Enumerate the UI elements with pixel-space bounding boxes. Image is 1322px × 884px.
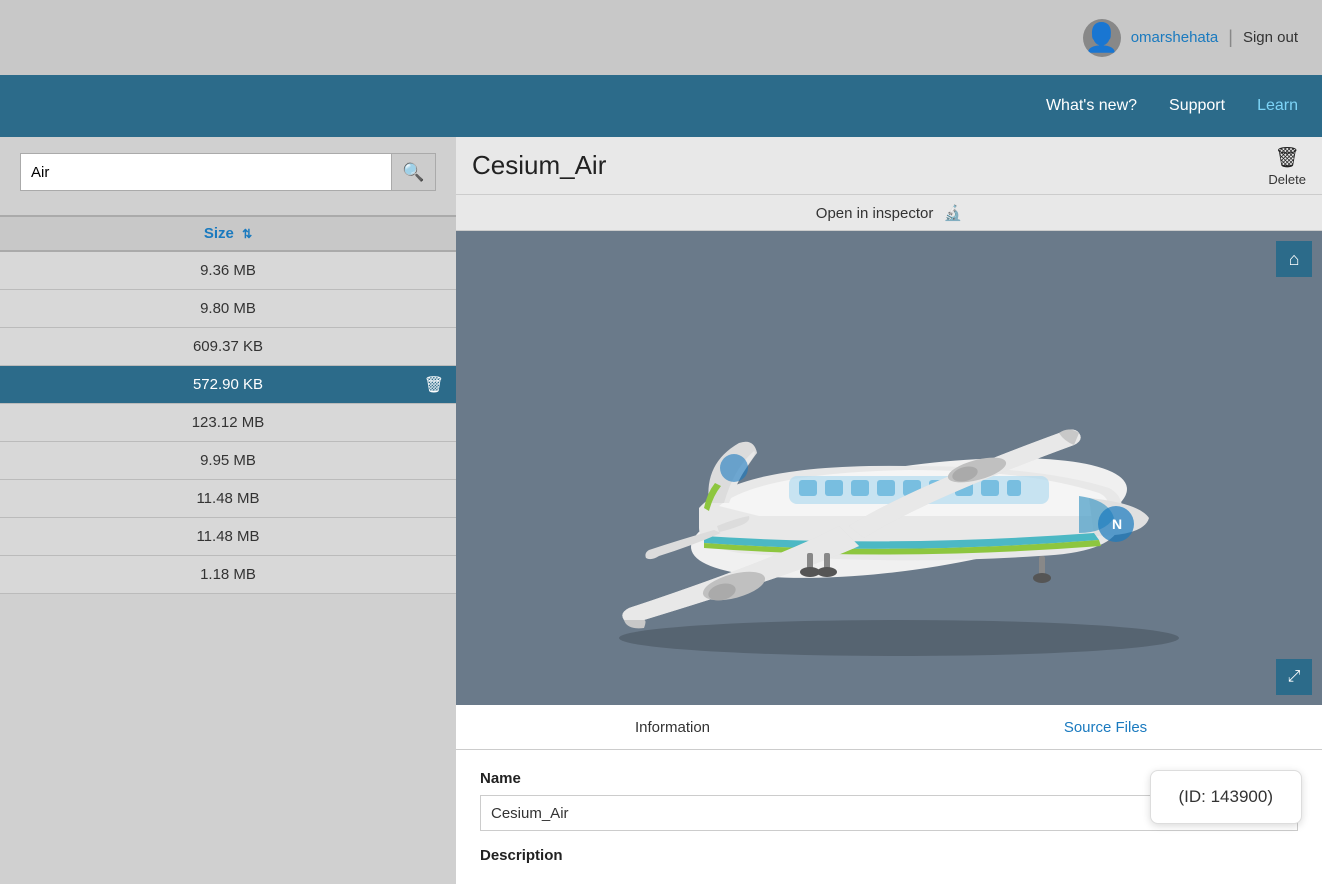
- tabs-bar: Information Source Files: [456, 705, 1322, 750]
- table-row[interactable]: 11.48 MB: [0, 480, 456, 518]
- size-table: Size ⇅ 9.36 MB9.80 MB609.37 KB572.90 KB🗑…: [0, 215, 456, 594]
- user-icon: 👤: [1084, 21, 1119, 54]
- nav-whats-new[interactable]: What's new?: [1046, 97, 1137, 115]
- description-label: Description: [480, 847, 1298, 864]
- expand-button[interactable]: ⤢: [1276, 659, 1312, 695]
- svg-text:N: N: [1112, 516, 1122, 532]
- sort-icon: ⇅: [242, 227, 252, 241]
- inspector-bar: Open in inspector 🔬: [456, 195, 1322, 231]
- preview-container: N: [456, 231, 1322, 705]
- nav-support[interactable]: Support: [1169, 97, 1225, 115]
- user-section: 👤 omarshehata | Sign out: [1083, 19, 1298, 57]
- table-row[interactable]: 9.95 MB: [0, 442, 456, 480]
- search-bar: 🔍: [20, 153, 436, 191]
- avatar: 👤: [1083, 19, 1121, 57]
- table-row[interactable]: 9.36 MB: [0, 251, 456, 290]
- nav-learn[interactable]: Learn: [1257, 97, 1298, 115]
- trash-icon: 🗑: [1275, 145, 1300, 170]
- tab-source-files[interactable]: Source Files: [889, 705, 1322, 749]
- search-input[interactable]: [20, 153, 392, 191]
- asset-title: Cesium_Air: [472, 150, 606, 181]
- tab-information[interactable]: Information: [456, 705, 889, 749]
- content-area: Cesium_Air 🗑 Delete Open in inspector 🔬: [456, 137, 1322, 884]
- search-button[interactable]: 🔍: [392, 153, 436, 191]
- airplane-illustration: N: [539, 278, 1239, 658]
- sign-out-button[interactable]: Sign out: [1243, 29, 1298, 46]
- table-row[interactable]: 572.90 KB🗑: [0, 366, 456, 404]
- open-inspector-link[interactable]: Open in inspector 🔬: [816, 204, 962, 222]
- inspector-icon: 🔬: [944, 205, 963, 222]
- nav-bar: What's new? Support Learn: [0, 75, 1322, 137]
- main-layout: 🔍 Size ⇅ 9.36 MB9.80 MB609.37 KB572.90 K…: [0, 137, 1322, 884]
- table-row[interactable]: 609.37 KB: [0, 328, 456, 366]
- table-row[interactable]: 123.12 MB: [0, 404, 456, 442]
- content-header: Cesium_Air 🗑 Delete: [456, 137, 1322, 195]
- table-row[interactable]: 9.80 MB: [0, 290, 456, 328]
- delete-row-button[interactable]: 🗑: [424, 375, 444, 395]
- search-icon: 🔍: [402, 162, 424, 183]
- expand-icon: ⤢: [1288, 668, 1301, 686]
- home-icon: ⌂: [1289, 249, 1300, 270]
- table-row[interactable]: 1.18 MB: [0, 556, 456, 594]
- id-tooltip: (ID: 143900): [1150, 770, 1303, 824]
- delete-button[interactable]: 🗑 Delete: [1268, 145, 1306, 187]
- plane-preview: N: [456, 231, 1322, 705]
- home-button[interactable]: ⌂: [1276, 241, 1312, 277]
- divider: |: [1228, 27, 1233, 48]
- top-header: 👤 omarshehata | Sign out: [0, 0, 1322, 75]
- username-link[interactable]: omarshehata: [1131, 29, 1219, 46]
- sidebar: 🔍 Size ⇅ 9.36 MB9.80 MB609.37 KB572.90 K…: [0, 137, 456, 884]
- size-column-header[interactable]: Size ⇅: [0, 216, 456, 251]
- table-row[interactable]: 11.48 MB: [0, 518, 456, 556]
